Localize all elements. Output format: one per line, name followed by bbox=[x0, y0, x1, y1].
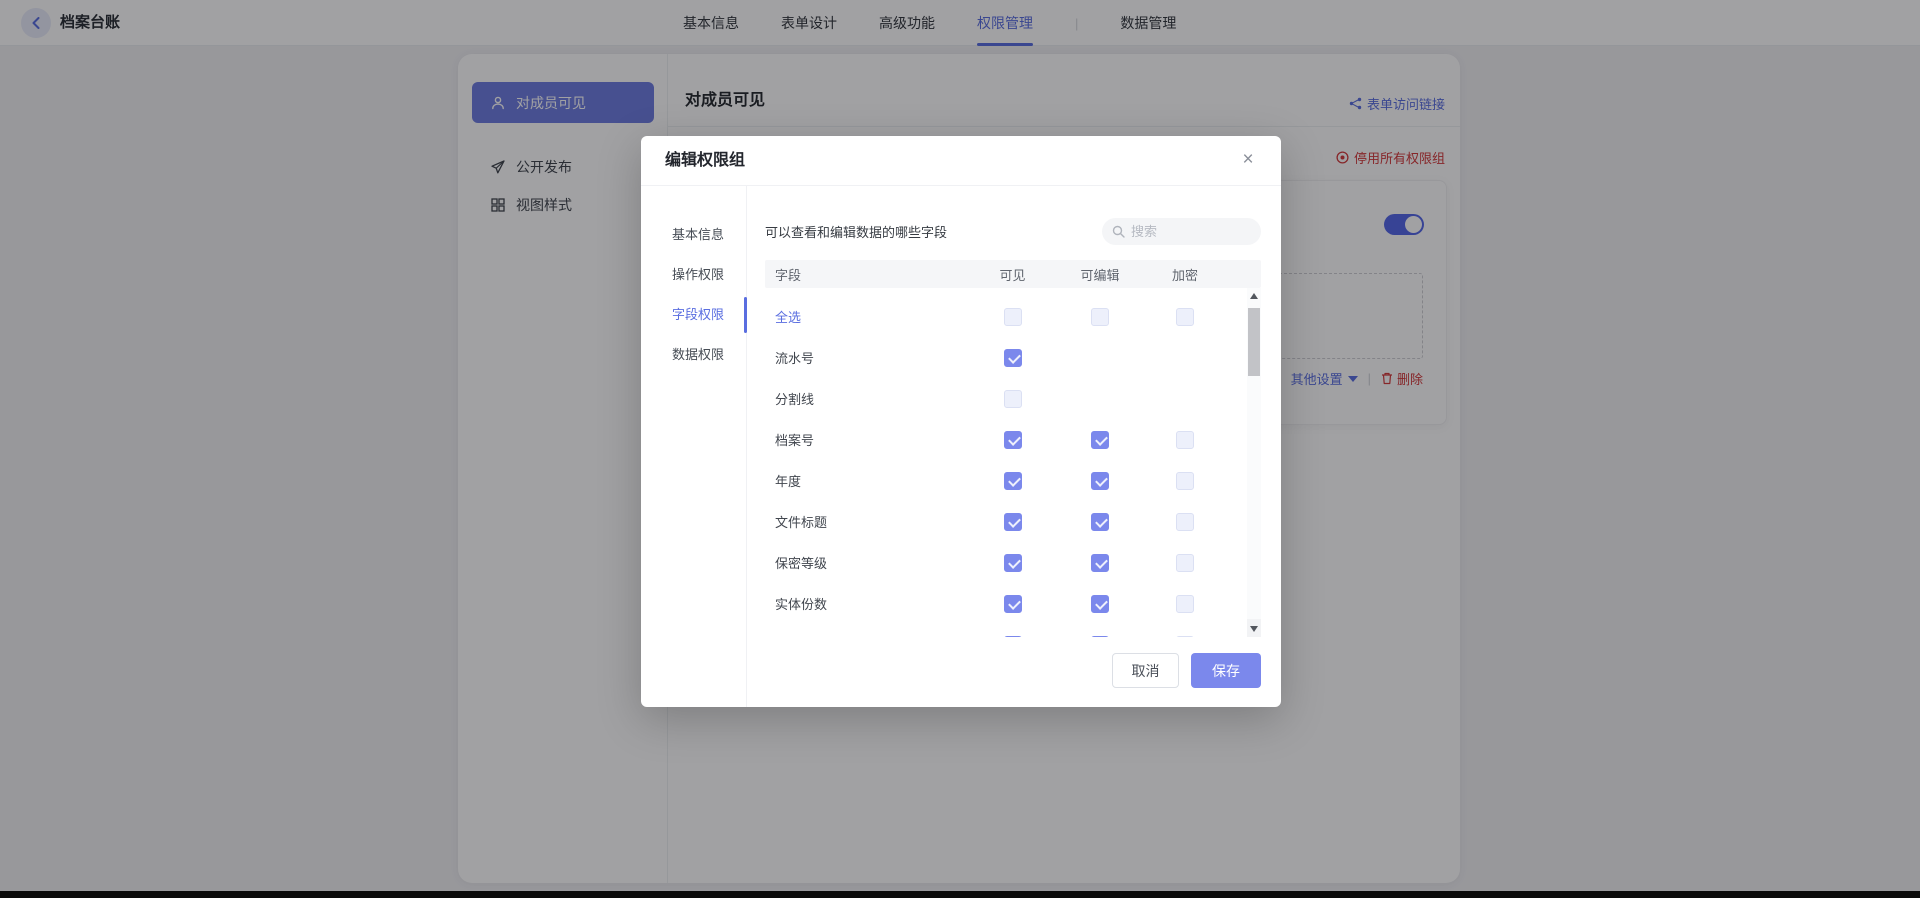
field-table-body: 全选流水号分割线档案号年度文件标题保密等级实体份数 bbox=[765, 288, 1261, 637]
cell-encrypted bbox=[1145, 308, 1225, 326]
checkbox-encrypted[interactable] bbox=[1176, 472, 1194, 490]
checkbox-visible[interactable] bbox=[1004, 513, 1022, 531]
search-icon bbox=[1112, 225, 1125, 238]
field-search[interactable] bbox=[1102, 218, 1261, 245]
cell-visible bbox=[970, 390, 1055, 408]
table-row: 全选 bbox=[765, 296, 1261, 337]
cell-editable bbox=[1055, 513, 1145, 531]
field-label: 分割线 bbox=[765, 389, 970, 408]
field-label: 流水号 bbox=[765, 348, 970, 367]
modal-footer: 取消 保存 bbox=[1112, 653, 1261, 688]
table-row: 保密等级 bbox=[765, 542, 1261, 583]
save-button[interactable]: 保存 bbox=[1191, 653, 1261, 688]
column-header-editable: 可编辑 bbox=[1055, 265, 1145, 284]
table-row: 年度 bbox=[765, 460, 1261, 501]
table-scrollbar bbox=[1247, 288, 1261, 637]
cell-editable bbox=[1055, 595, 1145, 613]
checkbox-visible[interactable] bbox=[1004, 636, 1022, 638]
modal-header: 编辑权限组 × bbox=[641, 136, 1281, 186]
column-header-visible: 可见 bbox=[970, 265, 1055, 284]
checkbox-encrypted[interactable] bbox=[1176, 431, 1194, 449]
checkbox-visible[interactable] bbox=[1004, 554, 1022, 572]
checkbox-visible[interactable] bbox=[1004, 595, 1022, 613]
field-label: 实体份数 bbox=[765, 594, 970, 613]
field-label: 年度 bbox=[765, 471, 970, 490]
bottom-edge-strip bbox=[0, 891, 1920, 898]
cell-visible bbox=[970, 595, 1055, 613]
cell-editable bbox=[1055, 308, 1145, 326]
checkbox-visible[interactable] bbox=[1004, 390, 1022, 408]
checkbox-encrypted[interactable] bbox=[1176, 513, 1194, 531]
checkbox-visible[interactable] bbox=[1004, 308, 1022, 326]
checkbox-visible[interactable] bbox=[1004, 349, 1022, 367]
close-icon[interactable]: × bbox=[1233, 136, 1263, 184]
cell-editable bbox=[1055, 636, 1145, 638]
table-row: 文件标题 bbox=[765, 501, 1261, 542]
field-table-header: 字段 可见 可编辑 加密 bbox=[765, 260, 1261, 288]
cell-encrypted bbox=[1145, 513, 1225, 531]
checkbox-editable[interactable] bbox=[1091, 431, 1109, 449]
cell-visible bbox=[970, 431, 1055, 449]
scrollbar-thumb[interactable] bbox=[1248, 308, 1260, 376]
section-description: 可以查看和编辑数据的哪些字段 bbox=[765, 222, 947, 241]
cell-editable bbox=[1055, 431, 1145, 449]
search-input[interactable] bbox=[1131, 224, 1241, 239]
checkbox-editable[interactable] bbox=[1091, 554, 1109, 572]
modal-content: 可以查看和编辑数据的哪些字段 字段 可见 可编辑 加密 全选流水号分割线档案号年… bbox=[765, 186, 1261, 707]
column-header-field: 字段 bbox=[765, 265, 970, 284]
scroll-up-button[interactable] bbox=[1247, 288, 1261, 304]
checkbox-encrypted[interactable] bbox=[1176, 595, 1194, 613]
modal-tab-data-permission[interactable]: 数据权限 bbox=[641, 335, 746, 375]
cell-visible bbox=[970, 554, 1055, 572]
field-label: 档案号 bbox=[765, 430, 970, 449]
cell-encrypted bbox=[1145, 472, 1225, 490]
modal-tab-field-permission[interactable]: 字段权限 bbox=[641, 295, 746, 335]
cell-visible bbox=[970, 308, 1055, 326]
cell-visible bbox=[970, 472, 1055, 490]
cell-editable bbox=[1055, 472, 1145, 490]
cell-encrypted bbox=[1145, 554, 1225, 572]
column-header-encrypted: 加密 bbox=[1145, 265, 1225, 284]
checkbox-encrypted[interactable] bbox=[1176, 554, 1194, 572]
edit-permission-group-modal: 编辑权限组 × 基本信息 操作权限 字段权限 数据权限 可以查看和编辑数据的哪些… bbox=[641, 136, 1281, 707]
checkbox-encrypted[interactable] bbox=[1176, 308, 1194, 326]
checkbox-editable[interactable] bbox=[1091, 595, 1109, 613]
table-row: 档案号 bbox=[765, 419, 1261, 460]
modal-tab-list: 基本信息 操作权限 字段权限 数据权限 bbox=[641, 186, 747, 707]
cell-visible bbox=[970, 636, 1055, 638]
cell-encrypted bbox=[1145, 595, 1225, 613]
scroll-down-button[interactable] bbox=[1247, 619, 1261, 637]
table-row bbox=[765, 624, 1261, 637]
cell-visible bbox=[970, 349, 1055, 367]
checkbox-editable[interactable] bbox=[1091, 472, 1109, 490]
checkbox-editable[interactable] bbox=[1091, 513, 1109, 531]
field-label: 保密等级 bbox=[765, 553, 970, 572]
field-label: 文件标题 bbox=[765, 512, 970, 531]
checkbox-visible[interactable] bbox=[1004, 431, 1022, 449]
cancel-button[interactable]: 取消 bbox=[1112, 653, 1179, 688]
cell-encrypted bbox=[1145, 431, 1225, 449]
checkbox-editable[interactable] bbox=[1091, 308, 1109, 326]
table-row: 分割线 bbox=[765, 378, 1261, 419]
checkbox-visible[interactable] bbox=[1004, 472, 1022, 490]
modal-tab-operation-permission[interactable]: 操作权限 bbox=[641, 255, 746, 295]
select-all-link[interactable]: 全选 bbox=[765, 307, 970, 326]
cell-encrypted bbox=[1145, 636, 1225, 638]
table-row: 实体份数 bbox=[765, 583, 1261, 624]
checkbox-editable[interactable] bbox=[1091, 636, 1109, 638]
cell-visible bbox=[970, 513, 1055, 531]
modal-tab-basic-info[interactable]: 基本信息 bbox=[641, 215, 746, 255]
table-row: 流水号 bbox=[765, 337, 1261, 378]
modal-title: 编辑权限组 bbox=[665, 136, 745, 186]
checkbox-encrypted[interactable] bbox=[1176, 636, 1194, 638]
cell-editable bbox=[1055, 554, 1145, 572]
